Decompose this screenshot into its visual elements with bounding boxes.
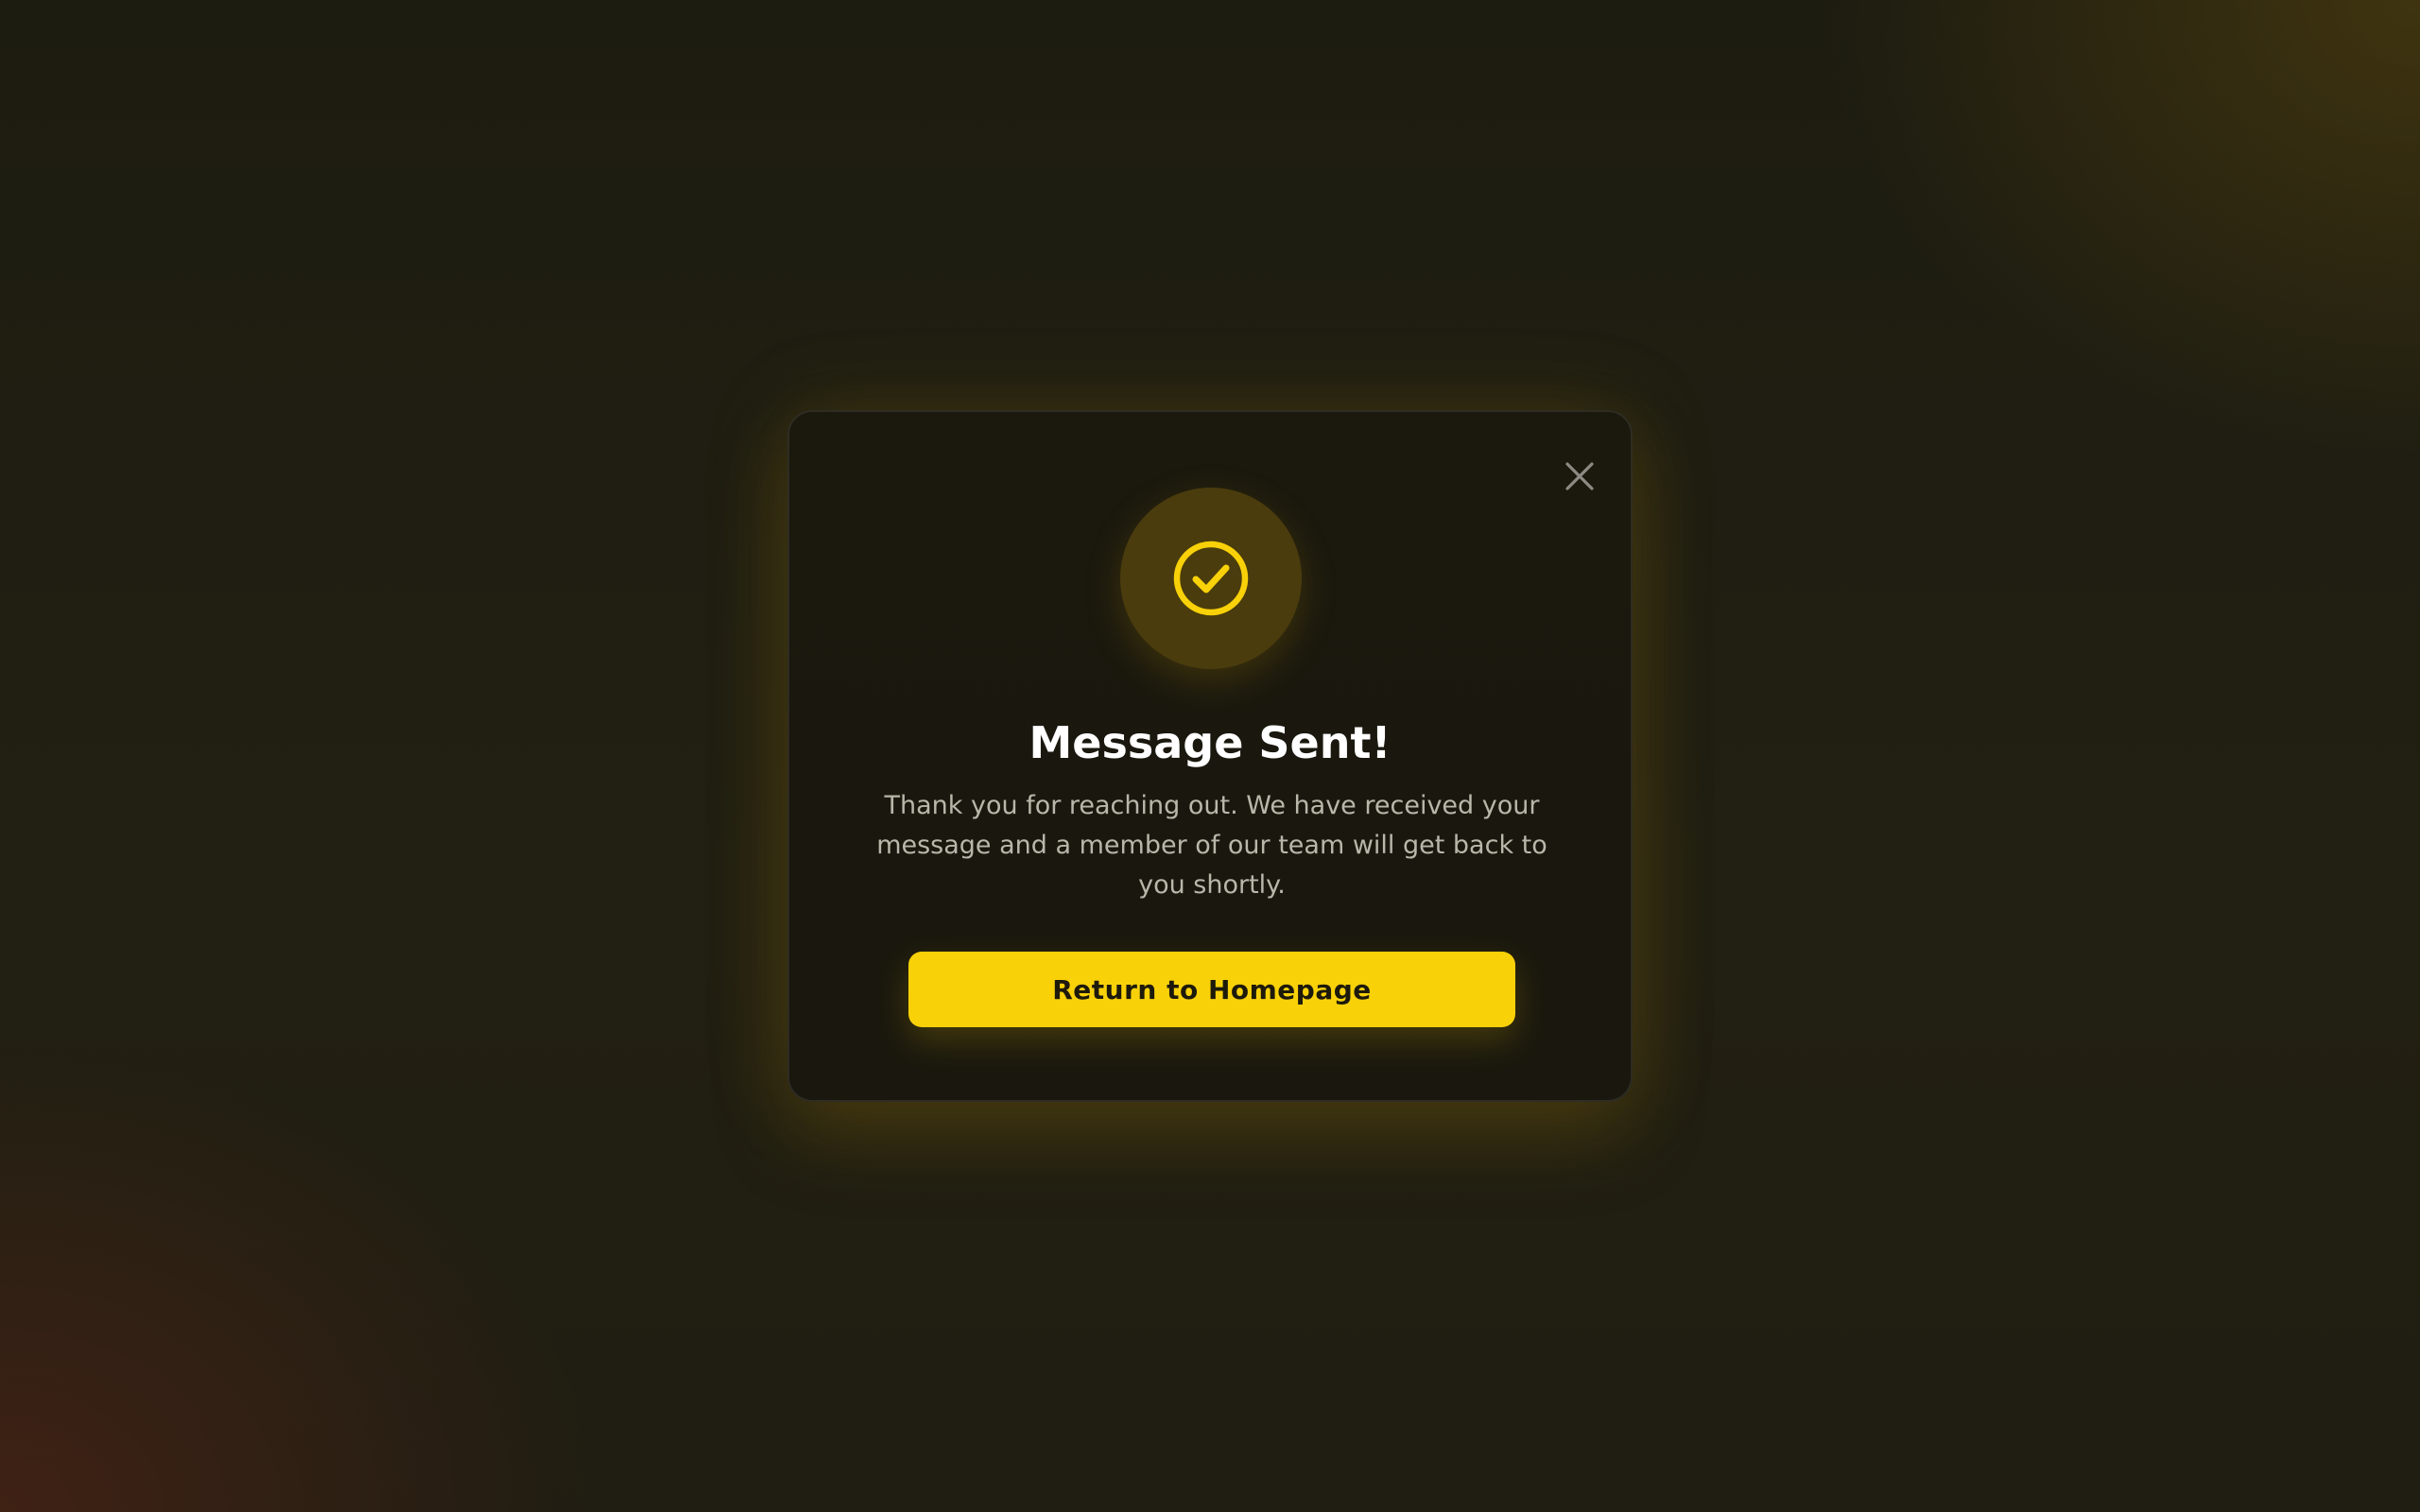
close-button[interactable] bbox=[1553, 450, 1606, 503]
success-dialog: Message Sent! Thank you for reaching out… bbox=[787, 410, 1633, 1102]
return-to-homepage-button[interactable]: Return to Homepage bbox=[908, 952, 1515, 1027]
close-icon[interactable] bbox=[1564, 460, 1596, 492]
check-circle-icon bbox=[1173, 541, 1249, 616]
dialog-title: Message Sent! bbox=[1028, 717, 1392, 768]
success-icon-badge bbox=[1120, 488, 1302, 669]
dialog-message: Thank you for reaching out. We have rece… bbox=[876, 791, 1547, 900]
